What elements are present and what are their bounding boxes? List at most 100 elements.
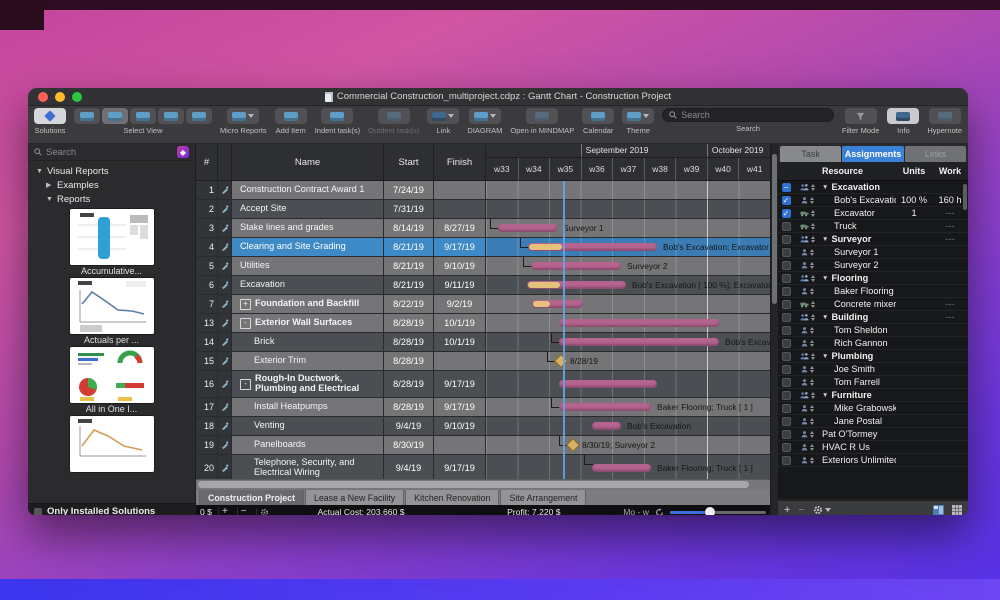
resource-row[interactable]: Rich Gannon — [778, 337, 968, 350]
resource-checkbox[interactable] — [782, 339, 791, 348]
hypernote-button[interactable] — [929, 108, 961, 124]
horizontal-scrollbar[interactable] — [196, 479, 770, 490]
resource-row[interactable]: Mike Grabowski — [778, 402, 968, 415]
table-row[interactable]: 3Stake lines and grades8/14/198/27/19Sur… — [196, 219, 770, 238]
resource-row[interactable]: Jane Postal — [778, 415, 968, 428]
column-header-start[interactable]: Start — [384, 144, 434, 180]
resource-checkbox[interactable] — [782, 456, 791, 465]
expand-icon[interactable]: + — [240, 299, 251, 310]
week-header-cell[interactable]: w39 — [675, 158, 707, 180]
stepper-icon[interactable] — [810, 418, 814, 425]
resource-checkbox[interactable] — [782, 313, 791, 322]
resource-row[interactable]: ▼Flooring — [778, 272, 968, 285]
diagram-button[interactable] — [469, 108, 501, 124]
week-header-cell[interactable]: w40 — [707, 158, 739, 180]
gantt-bar[interactable] — [531, 262, 621, 270]
disclosure-open-icon[interactable]: ▼ — [822, 314, 828, 321]
resource-row[interactable]: ▼Plumbing — [778, 350, 968, 363]
tab-task[interactable]: Task — [780, 146, 841, 162]
horizontal-scrollbar-thumb[interactable] — [198, 481, 749, 488]
panel-scrollbar-thumb[interactable] — [963, 184, 967, 210]
disclosure-open-icon[interactable]: ▼ — [822, 353, 828, 360]
view-report-button[interactable] — [186, 108, 212, 124]
resource-row[interactable]: Surveyor 1 — [778, 246, 968, 259]
grid-view-icon[interactable] — [952, 505, 962, 515]
stepper-icon[interactable] — [810, 457, 814, 464]
table-row[interactable]: 18Venting9/4/199/10/19Bob's Excavation — [196, 417, 770, 436]
table-row[interactable]: 14Brick8/28/1910/1/19Bob's Excav — [196, 333, 770, 352]
toolbar-item-link[interactable]: Link — [427, 108, 459, 135]
stepper-icon[interactable] — [811, 210, 815, 217]
add-item-button[interactable] — [275, 108, 307, 124]
week-header-cell[interactable]: w36 — [581, 158, 613, 180]
report-thumbnail[interactable]: Actuals per ... — [69, 278, 155, 347]
view-resource-usage-button[interactable] — [158, 108, 184, 124]
micro-reports-button[interactable] — [227, 108, 259, 124]
view-resources-button[interactable] — [130, 108, 156, 124]
only-installed-checkbox[interactable] — [34, 508, 42, 516]
gantt-bar[interactable] — [559, 403, 651, 411]
resource-checkbox[interactable] — [782, 248, 791, 257]
report-thumbnail[interactable]: Accumulative... — [69, 209, 155, 278]
gantt-bar[interactable] — [498, 224, 557, 232]
resource-row[interactable]: ✓Excavator1--- — [778, 207, 968, 220]
table-row[interactable]: 17Install Heatpumps8/28/199/17/19Baker F… — [196, 398, 770, 417]
resource-row[interactable]: Tom Farrell — [778, 376, 968, 389]
panel-settings-gear-icon[interactable] — [813, 505, 831, 515]
zoom-button[interactable] — [72, 92, 82, 102]
gantt-bar[interactable] — [527, 281, 626, 289]
report-thumbnail[interactable] — [69, 416, 155, 485]
table-row[interactable]: 4Clearing and Site Grading8/21/199/17/19… — [196, 238, 770, 257]
column-header-num[interactable]: # — [196, 144, 218, 180]
stepper-icon[interactable] — [810, 405, 814, 412]
resource-checkbox[interactable] — [782, 261, 791, 270]
resource-row[interactable]: Truck--- — [778, 220, 968, 233]
refresh-icon[interactable] — [655, 508, 664, 515]
solutions-panel-icon[interactable]: ◆ — [177, 146, 189, 158]
disclosure-open-icon[interactable]: ▼ — [822, 236, 828, 243]
toolbar-item-solutions[interactable]: Solutions — [34, 108, 66, 135]
resource-checkbox[interactable] — [782, 365, 791, 374]
remove-resource-button[interactable]: − — [798, 504, 804, 515]
info-button[interactable] — [887, 108, 919, 124]
resource-checkbox[interactable] — [782, 300, 791, 309]
calendar-button[interactable] — [582, 108, 614, 124]
resource-row[interactable]: HVAC R Us — [778, 441, 968, 454]
column-header-name[interactable]: Name — [232, 144, 384, 180]
toolbar-item-info[interactable]: Info — [887, 108, 919, 135]
zoom-slider[interactable] — [670, 511, 766, 514]
resource-checkbox[interactable] — [782, 274, 791, 283]
week-header-cell[interactable]: w34 — [518, 158, 550, 180]
table-row[interactable]: 16-Rough-In Ductwork, Plumbing and Elect… — [196, 371, 770, 398]
minimize-button[interactable] — [55, 92, 65, 102]
table-row[interactable]: 19Panelboards8/30/198/30/19; Surveyor 2 — [196, 436, 770, 455]
toolbar-item-indent-task[interactable]: Indent task(s) — [315, 108, 360, 135]
toolbar-item-filter-mode[interactable]: Filter Mode — [842, 108, 880, 135]
gantt-bar[interactable] — [559, 319, 719, 327]
resource-row[interactable]: Pat O'Tormey — [778, 428, 968, 441]
tab-assignments[interactable]: Assignments — [842, 146, 903, 162]
toolbar-item-micro-reports[interactable]: Micro Reports — [220, 108, 267, 135]
stepper-icon[interactable] — [810, 379, 814, 386]
toolbar-item-open-in-mindmap[interactable]: Open in MINDMAP — [510, 108, 574, 135]
gantt-bar[interactable] — [559, 380, 657, 388]
zoom-in-button[interactable]: + — [218, 507, 231, 515]
resource-checkbox[interactable] — [782, 417, 791, 426]
resource-checkbox[interactable] — [782, 326, 791, 335]
stepper-icon[interactable] — [811, 392, 815, 399]
resource-row[interactable]: ▼Building--- — [778, 311, 968, 324]
link-button[interactable] — [427, 108, 459, 124]
theme-button[interactable] — [622, 108, 654, 124]
resource-row[interactable]: ▼Surveyor--- — [778, 233, 968, 246]
sidebar-tree-item[interactable]: ▼Reports — [28, 192, 195, 206]
milestone-diamond[interactable] — [566, 438, 580, 452]
stepper-icon[interactable] — [811, 301, 815, 308]
resource-sheet-icon[interactable] — [933, 505, 944, 515]
resource-checkbox[interactable] — [782, 404, 791, 413]
filter-mode-button[interactable] — [845, 108, 877, 124]
sidebar-search-input[interactable]: Search ◆ — [28, 144, 195, 161]
resource-checkbox[interactable] — [782, 352, 791, 361]
add-resource-button[interactable]: + — [784, 504, 790, 515]
vertical-scrollbar-thumb[interactable] — [772, 154, 777, 304]
resource-row[interactable]: −▼Excavation — [778, 181, 968, 194]
